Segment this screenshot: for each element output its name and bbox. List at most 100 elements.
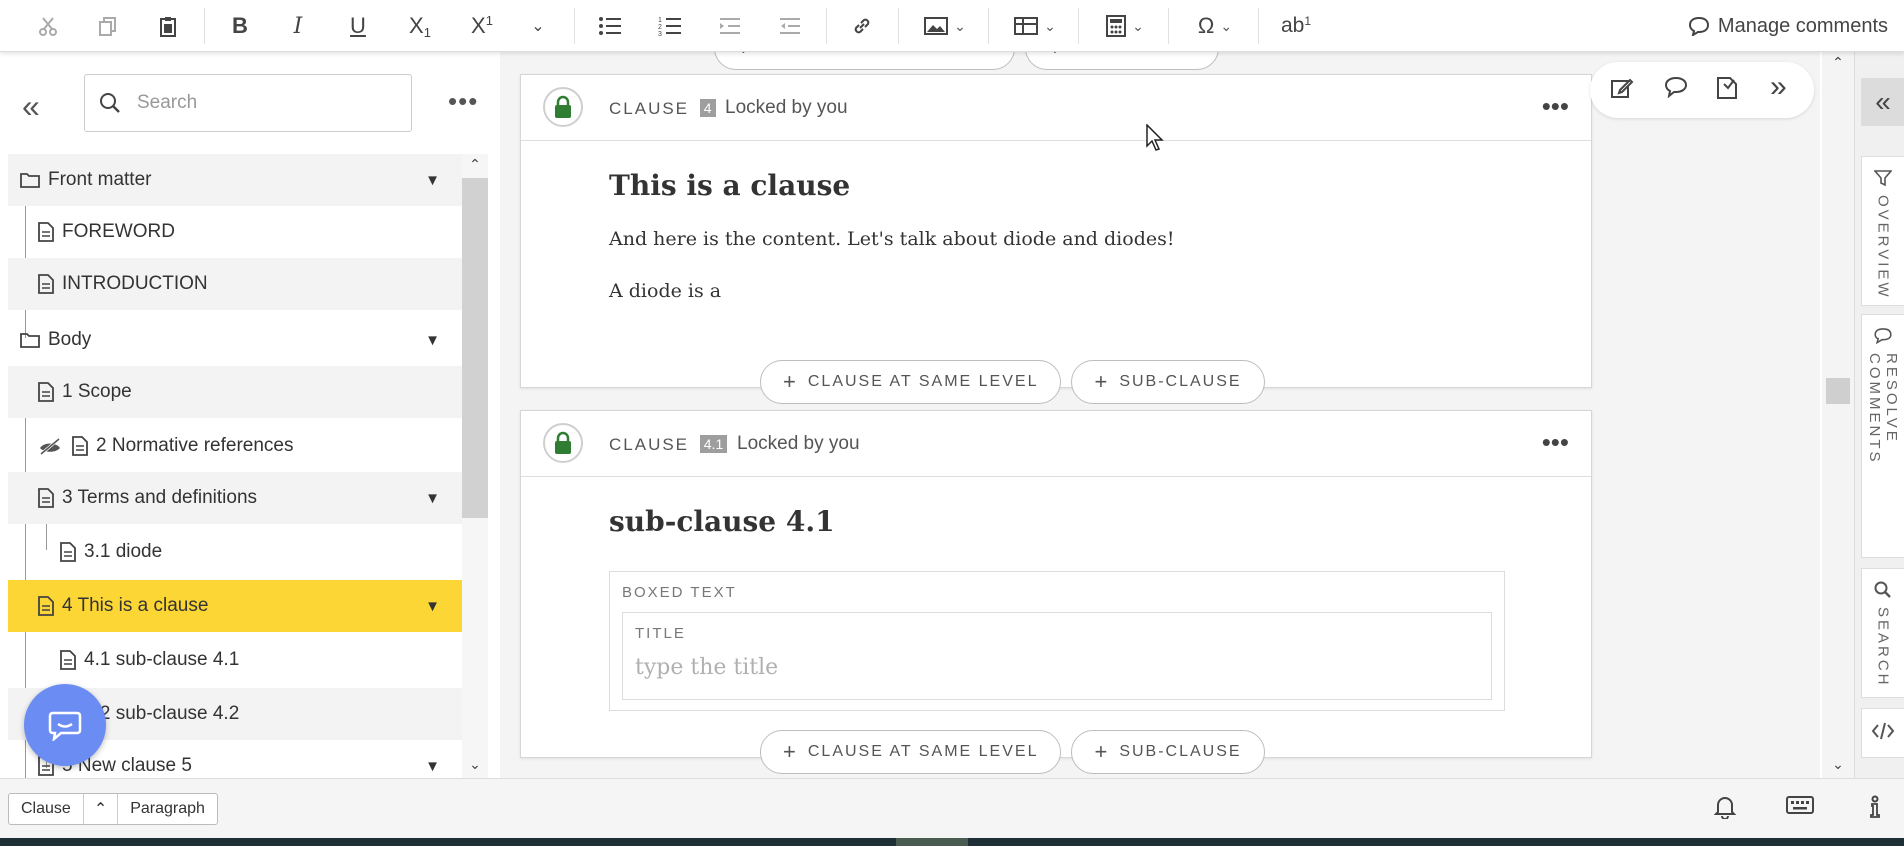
tree-item-this-is-a-clause[interactable]: 4 This is a clause ▼ xyxy=(8,580,462,632)
collapse-right-panel-icon[interactable]: « xyxy=(1861,78,1904,126)
comment-icon xyxy=(1874,328,1892,345)
scroll-thumb[interactable] xyxy=(462,178,488,518)
info-icon[interactable] xyxy=(1868,795,1882,825)
clause-paragraph[interactable]: A diode is a xyxy=(609,280,1591,302)
outdent-icon[interactable] xyxy=(772,8,808,44)
previous-insert-buttons: +CLAUSE AT SAME LEVEL +SUB-CLAUSE xyxy=(714,52,1219,70)
indent-icon[interactable] xyxy=(712,8,748,44)
code-icon xyxy=(1871,722,1895,740)
expand-caret-icon[interactable]: ▼ xyxy=(425,332,440,349)
clause-header: CLAUSE 4.1 Locked by you ••• xyxy=(521,411,1591,477)
chat-support-button[interactable] xyxy=(24,684,106,766)
copy-icon[interactable] xyxy=(90,8,126,44)
nav-search-box[interactable] xyxy=(84,74,412,132)
link-icon[interactable] xyxy=(844,8,880,44)
lock-icon[interactable] xyxy=(543,423,583,463)
superscript-icon[interactable]: X1 xyxy=(462,8,502,44)
boxed-title-field[interactable]: TITLE type the title xyxy=(622,612,1492,700)
tree-scrollbar[interactable]: ⌃ ⌄ xyxy=(462,154,488,778)
title-placeholder[interactable]: type the title xyxy=(635,655,778,680)
edit-icon[interactable] xyxy=(1610,76,1634,107)
scroll-down-icon[interactable]: ⌄ xyxy=(462,756,488,773)
tree-item-terms-definitions[interactable]: 3 Terms and definitions ▼ xyxy=(8,472,462,524)
expand-caret-icon[interactable]: ▼ xyxy=(425,490,440,507)
tree-item-diode[interactable]: 3.1 diode xyxy=(8,526,462,578)
search-tab[interactable]: SEARCH xyxy=(1861,568,1904,698)
bullet-list-icon[interactable] xyxy=(592,8,628,44)
collapse-nav-icon[interactable]: « xyxy=(22,88,40,125)
scroll-up-icon[interactable]: ⌃ xyxy=(1822,54,1854,71)
breadcrumb-clause[interactable]: Clause xyxy=(9,794,83,824)
cut-icon[interactable] xyxy=(30,8,66,44)
tree-item-label: 4.2 sub-clause 4.2 xyxy=(84,703,240,724)
editor-scrollbar[interactable]: ⌃ ⌄ xyxy=(1822,52,1854,778)
expand-panel-icon[interactable]: » xyxy=(1770,70,1787,104)
clause-body[interactable]: This is a clause And here is the content… xyxy=(521,141,1591,302)
clause-more-options-icon[interactable]: ••• xyxy=(1542,91,1569,122)
comment-icon[interactable] xyxy=(1664,76,1688,105)
clause-label: CLAUSE 4.1 xyxy=(609,435,728,455)
add-sub-clause-button[interactable]: +SUB-CLAUSE xyxy=(1071,730,1265,774)
nav-more-options-icon[interactable]: ••• xyxy=(448,86,478,117)
search-input[interactable] xyxy=(135,91,375,115)
tree-item-scope[interactable]: 1 Scope xyxy=(8,366,462,418)
tree-item-foreword[interactable]: FOREWORD xyxy=(8,206,462,258)
clause-paragraph[interactable]: And here is the content. Let's talk abou… xyxy=(609,228,1591,250)
scroll-thumb[interactable] xyxy=(1826,378,1850,404)
notifications-bell-icon[interactable] xyxy=(1713,795,1737,825)
boxed-text-block[interactable]: BOXED TEXT TITLE type the title xyxy=(609,571,1505,711)
clause-title[interactable]: This is a clause xyxy=(609,141,1591,202)
keyboard-icon[interactable] xyxy=(1786,795,1814,821)
tree-item-sub-clause-4-1[interactable]: 4.1 sub-clause 4.1 xyxy=(8,634,462,686)
code-view-tab[interactable] xyxy=(1861,708,1904,758)
clause-number: 4.1 xyxy=(699,435,728,453)
insert-table-icon[interactable]: ⌄ xyxy=(1004,8,1066,44)
insert-image-icon[interactable]: ⌄ xyxy=(914,8,976,44)
add-clause-same-level-button[interactable]: +CLAUSE AT SAME LEVEL xyxy=(714,52,1016,70)
add-clause-same-level-button[interactable]: +CLAUSE AT SAME LEVEL xyxy=(760,360,1062,404)
scroll-down-icon[interactable]: ⌄ xyxy=(1822,756,1854,773)
breadcrumb-paragraph[interactable]: Paragraph xyxy=(118,794,217,824)
manage-comments-button[interactable]: Manage comments xyxy=(1688,8,1888,44)
underline-icon[interactable]: U xyxy=(340,8,376,44)
clause-title[interactable]: sub-clause 4.1 xyxy=(609,477,1591,538)
tree-item-label: INTRODUCTION xyxy=(62,273,208,294)
tree-item-body[interactable]: Body ▼ xyxy=(8,314,462,366)
chat-bubble-icon xyxy=(48,711,82,741)
clause-body[interactable]: sub-clause 4.1 xyxy=(521,477,1591,538)
bold-icon[interactable]: B xyxy=(222,8,258,44)
calculator-icon[interactable]: ⌄ xyxy=(1094,8,1156,44)
add-clause-same-level-button[interactable]: +CLAUSE AT SAME LEVEL xyxy=(760,730,1062,774)
expand-caret-icon[interactable]: ▼ xyxy=(425,172,440,189)
numbered-list-icon[interactable]: 123 xyxy=(652,8,688,44)
clause-more-options-icon[interactable]: ••• xyxy=(1542,427,1569,458)
expand-caret-icon[interactable]: ▼ xyxy=(425,758,440,775)
overview-tab[interactable]: OVERVIEW xyxy=(1861,156,1904,306)
button-label: CLAUSE AT SAME LEVEL xyxy=(762,52,993,57)
paste-icon[interactable] xyxy=(150,8,186,44)
special-character-icon[interactable]: Ω ⌄ xyxy=(1184,8,1246,44)
locked-status: Locked by you xyxy=(725,97,848,118)
breadcrumb-up-icon[interactable]: ⌃ xyxy=(82,794,119,824)
right-rail: « OVERVIEW RESOLVE COMMENTS SEARCH xyxy=(1854,52,1904,778)
scroll-up-icon[interactable]: ⌃ xyxy=(462,156,488,173)
subscript-icon[interactable]: X1 xyxy=(400,8,440,44)
editor-area: +CLAUSE AT SAME LEVEL +SUB-CLAUSE CLAUSE… xyxy=(500,52,1820,778)
add-sub-clause-button[interactable]: +SUB-CLAUSE xyxy=(1071,360,1265,404)
tree-item-normative-references[interactable]: 2 Normative references xyxy=(8,420,462,472)
footnote-icon[interactable]: ab 1 xyxy=(1276,8,1316,44)
expand-caret-icon[interactable]: ▼ xyxy=(425,598,440,615)
lock-icon[interactable] xyxy=(543,87,583,127)
italic-icon[interactable]: I xyxy=(280,8,316,44)
add-sub-clause-button[interactable]: +SUB-CLAUSE xyxy=(1025,52,1219,70)
editor-toolbar: B I U X1 X1 ⌄ 123 ⌄ ⌄ ⌄ Ω ⌄ ab 1 Manage co… xyxy=(0,0,1904,52)
tree-item-front-matter[interactable]: Front matter ▼ xyxy=(8,154,462,206)
clause-card: CLAUSE 4 Locked by you ••• This is a cla… xyxy=(520,74,1592,388)
taskbar-active-indicator xyxy=(896,838,968,846)
tree-item-introduction[interactable]: INTRODUCTION xyxy=(8,258,462,310)
more-format-chevron-icon[interactable]: ⌄ xyxy=(526,8,550,44)
title-label: TITLE xyxy=(635,625,686,642)
resolve-comments-tab[interactable]: RESOLVE COMMENTS xyxy=(1861,314,1904,558)
overview-label: OVERVIEW xyxy=(1874,195,1892,300)
clause-settings-icon[interactable] xyxy=(1716,76,1738,107)
